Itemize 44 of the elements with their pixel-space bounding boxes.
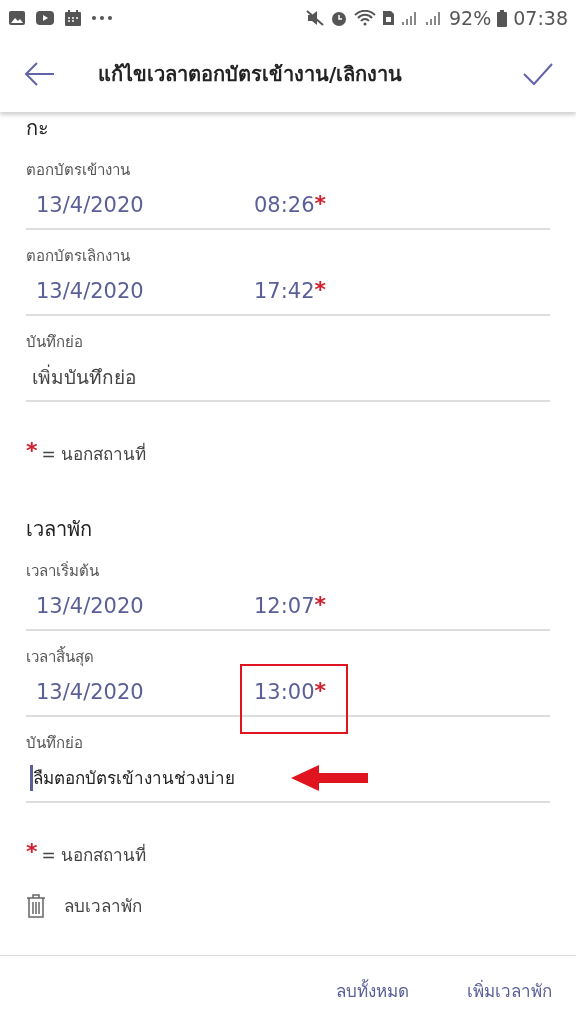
time-field[interactable]: 13:00 [254,680,315,704]
clock: 07:38 [513,7,568,29]
off-site-marker: * [314,594,327,616]
footer-button[interactable]: ลบทั้งหมด [336,970,409,1010]
date-field[interactable]: 13/4/2020 [36,594,254,618]
sim-icon [382,10,395,26]
field-label: เวลาเริ่มต้น [26,560,100,582]
date-field[interactable]: 13/4/2020 [36,193,254,217]
window-title: แก้ไขเวลาตอกบัตรเข้างาน/เลิกงาน [97,61,404,88]
section-title: เวลาพัก [26,516,93,543]
alarm-icon [330,9,348,27]
time-field[interactable]: 08:26 [254,193,315,217]
section-title: กะ [26,115,50,142]
field-label: บันทึกย่อ [26,332,84,353]
legend-text: = นอกสถานที่ [41,842,147,867]
signal-icon [425,10,443,26]
field-label: ตอกบัตรเข้างาน [26,160,131,181]
note-field[interactable]: เพิ่มบันทึกย่อ [30,357,284,397]
time-field[interactable]: 12:07 [254,594,315,618]
time-field[interactable]: 17:42 [254,279,315,303]
more-icon [91,15,113,21]
footer-button[interactable]: เพิ่มเวลาพัก [467,970,552,1010]
legend-text: = นอกสถานที่ [41,441,147,466]
wifi-icon [354,10,376,26]
field-label: เวลาสิ้นสุด [26,645,95,669]
off-site-marker: * [314,193,327,215]
delete-break-button[interactable]: ลบเวลาพัก [26,892,550,919]
date-field[interactable]: 13/4/2020 [36,279,254,303]
battery-percent: 92% [449,7,492,29]
off-site-marker: * [314,680,327,702]
battery-icon [497,9,508,27]
off-site-marker: * [26,440,38,462]
field-label: ตอกบัตรเลิกงาน [26,246,131,267]
calendar-icon [64,9,82,27]
gallery-icon [8,10,26,26]
off-site-marker: * [314,279,327,301]
trash-icon [26,893,46,918]
signal-icon [401,10,419,26]
video-icon [35,10,55,26]
off-site-marker: * [26,841,38,863]
mute-icon [306,10,324,26]
note-field[interactable]: ลืมตอกบัตรเข้างานช่วงบ่าย [31,758,285,798]
field-label: บันทึกย่อ [26,733,84,754]
date-field[interactable]: 13/4/2020 [36,680,254,704]
